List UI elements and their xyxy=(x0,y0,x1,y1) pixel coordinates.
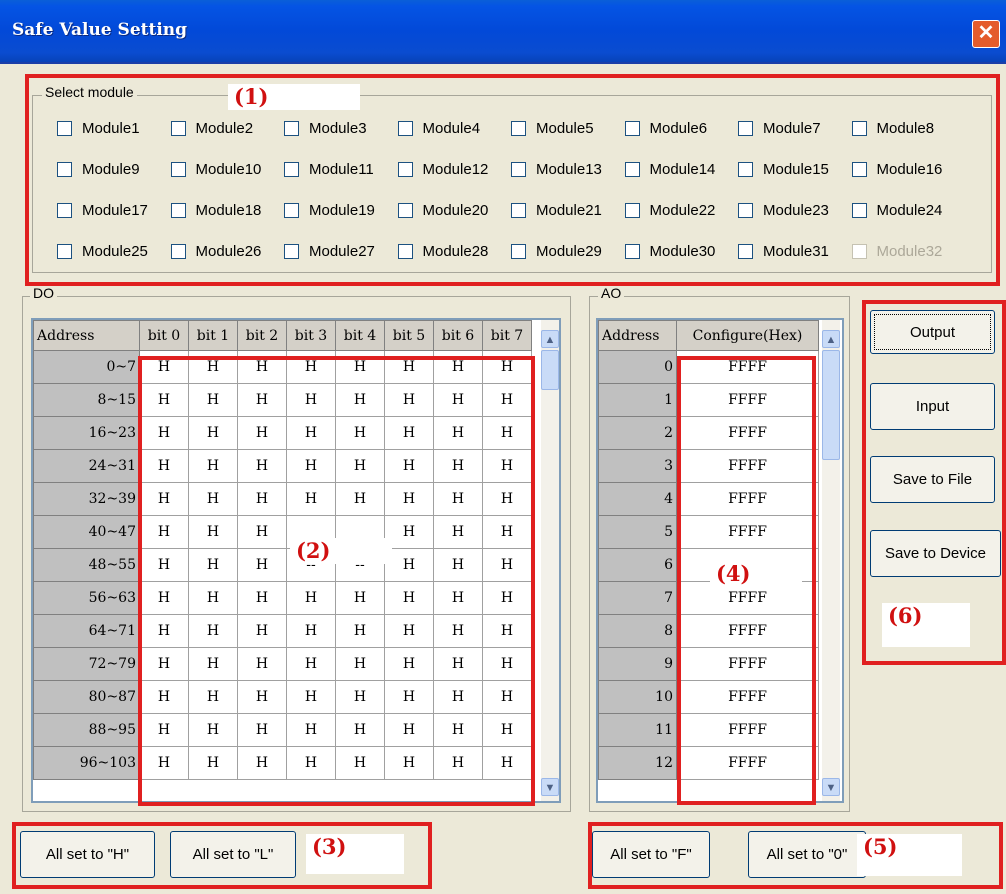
row-address: 72~79 xyxy=(33,647,140,681)
row-address: 4 xyxy=(598,482,677,516)
annotation-label-3: (3) xyxy=(306,834,404,874)
row-address: 5 xyxy=(598,515,677,549)
row-address: 32~39 xyxy=(33,482,140,516)
row-address: 3 xyxy=(598,449,677,483)
row-address: 8~15 xyxy=(33,383,140,417)
do-scrollbar[interactable]: ▲ ▼ xyxy=(541,320,559,801)
row-address: 0 xyxy=(598,350,677,384)
row-address: 2 xyxy=(598,416,677,450)
row-address: 88~95 xyxy=(33,713,140,747)
column-header[interactable]: bit 0 xyxy=(139,320,189,351)
column-header[interactable]: Address xyxy=(598,320,677,351)
scroll-thumb[interactable] xyxy=(541,350,559,390)
close-icon: ✕ xyxy=(977,22,995,44)
row-address: 96~103 xyxy=(33,746,140,780)
ao-scrollbar[interactable]: ▲ ▼ xyxy=(822,320,840,801)
row-address: 9 xyxy=(598,647,677,681)
annotation-box-1 xyxy=(25,74,1000,286)
scroll-up-icon[interactable]: ▲ xyxy=(541,330,559,348)
column-header[interactable]: Address xyxy=(33,320,140,351)
annotation-box-2 xyxy=(138,356,535,806)
column-header[interactable]: bit 1 xyxy=(188,320,238,351)
window-title: Safe Value Setting xyxy=(12,20,188,40)
row-address: 7 xyxy=(598,581,677,615)
column-header[interactable]: bit 4 xyxy=(335,320,385,351)
column-header[interactable]: bit 5 xyxy=(384,320,434,351)
annotation-label-4: (4) xyxy=(710,561,802,587)
scroll-up-icon[interactable]: ▲ xyxy=(822,330,840,348)
row-address: 0~7 xyxy=(33,350,140,384)
row-address: 6 xyxy=(598,548,677,582)
column-header[interactable]: bit 7 xyxy=(482,320,532,351)
row-address: 64~71 xyxy=(33,614,140,648)
row-address: 10 xyxy=(598,680,677,714)
ao-legend: AO xyxy=(598,285,625,301)
row-address: 11 xyxy=(598,713,677,747)
annotation-label-1: (1) xyxy=(228,84,360,110)
row-address: 12 xyxy=(598,746,677,780)
column-header[interactable]: Configure(Hex) xyxy=(676,320,819,351)
scroll-down-icon[interactable]: ▼ xyxy=(822,778,840,796)
annotation-label-2: (2) xyxy=(290,538,392,564)
row-address: 16~23 xyxy=(33,416,140,450)
close-button[interactable]: ✕ xyxy=(972,20,1000,48)
row-address: 24~31 xyxy=(33,449,140,483)
row-address: 56~63 xyxy=(33,581,140,615)
row-address: 1 xyxy=(598,383,677,417)
scroll-down-icon[interactable]: ▼ xyxy=(541,778,559,796)
column-header[interactable]: bit 3 xyxy=(286,320,336,351)
column-header[interactable]: bit 6 xyxy=(433,320,483,351)
annotation-label-5: (5) xyxy=(857,834,962,876)
column-header[interactable]: bit 2 xyxy=(237,320,287,351)
row-address: 8 xyxy=(598,614,677,648)
scroll-thumb[interactable] xyxy=(822,350,840,460)
row-address: 40~47 xyxy=(33,515,140,549)
row-address: 48~55 xyxy=(33,548,140,582)
title-bar: Safe Value Setting ✕ xyxy=(0,0,1006,64)
annotation-label-6: (6) xyxy=(882,603,970,647)
do-legend: DO xyxy=(30,285,57,301)
row-address: 80~87 xyxy=(33,680,140,714)
